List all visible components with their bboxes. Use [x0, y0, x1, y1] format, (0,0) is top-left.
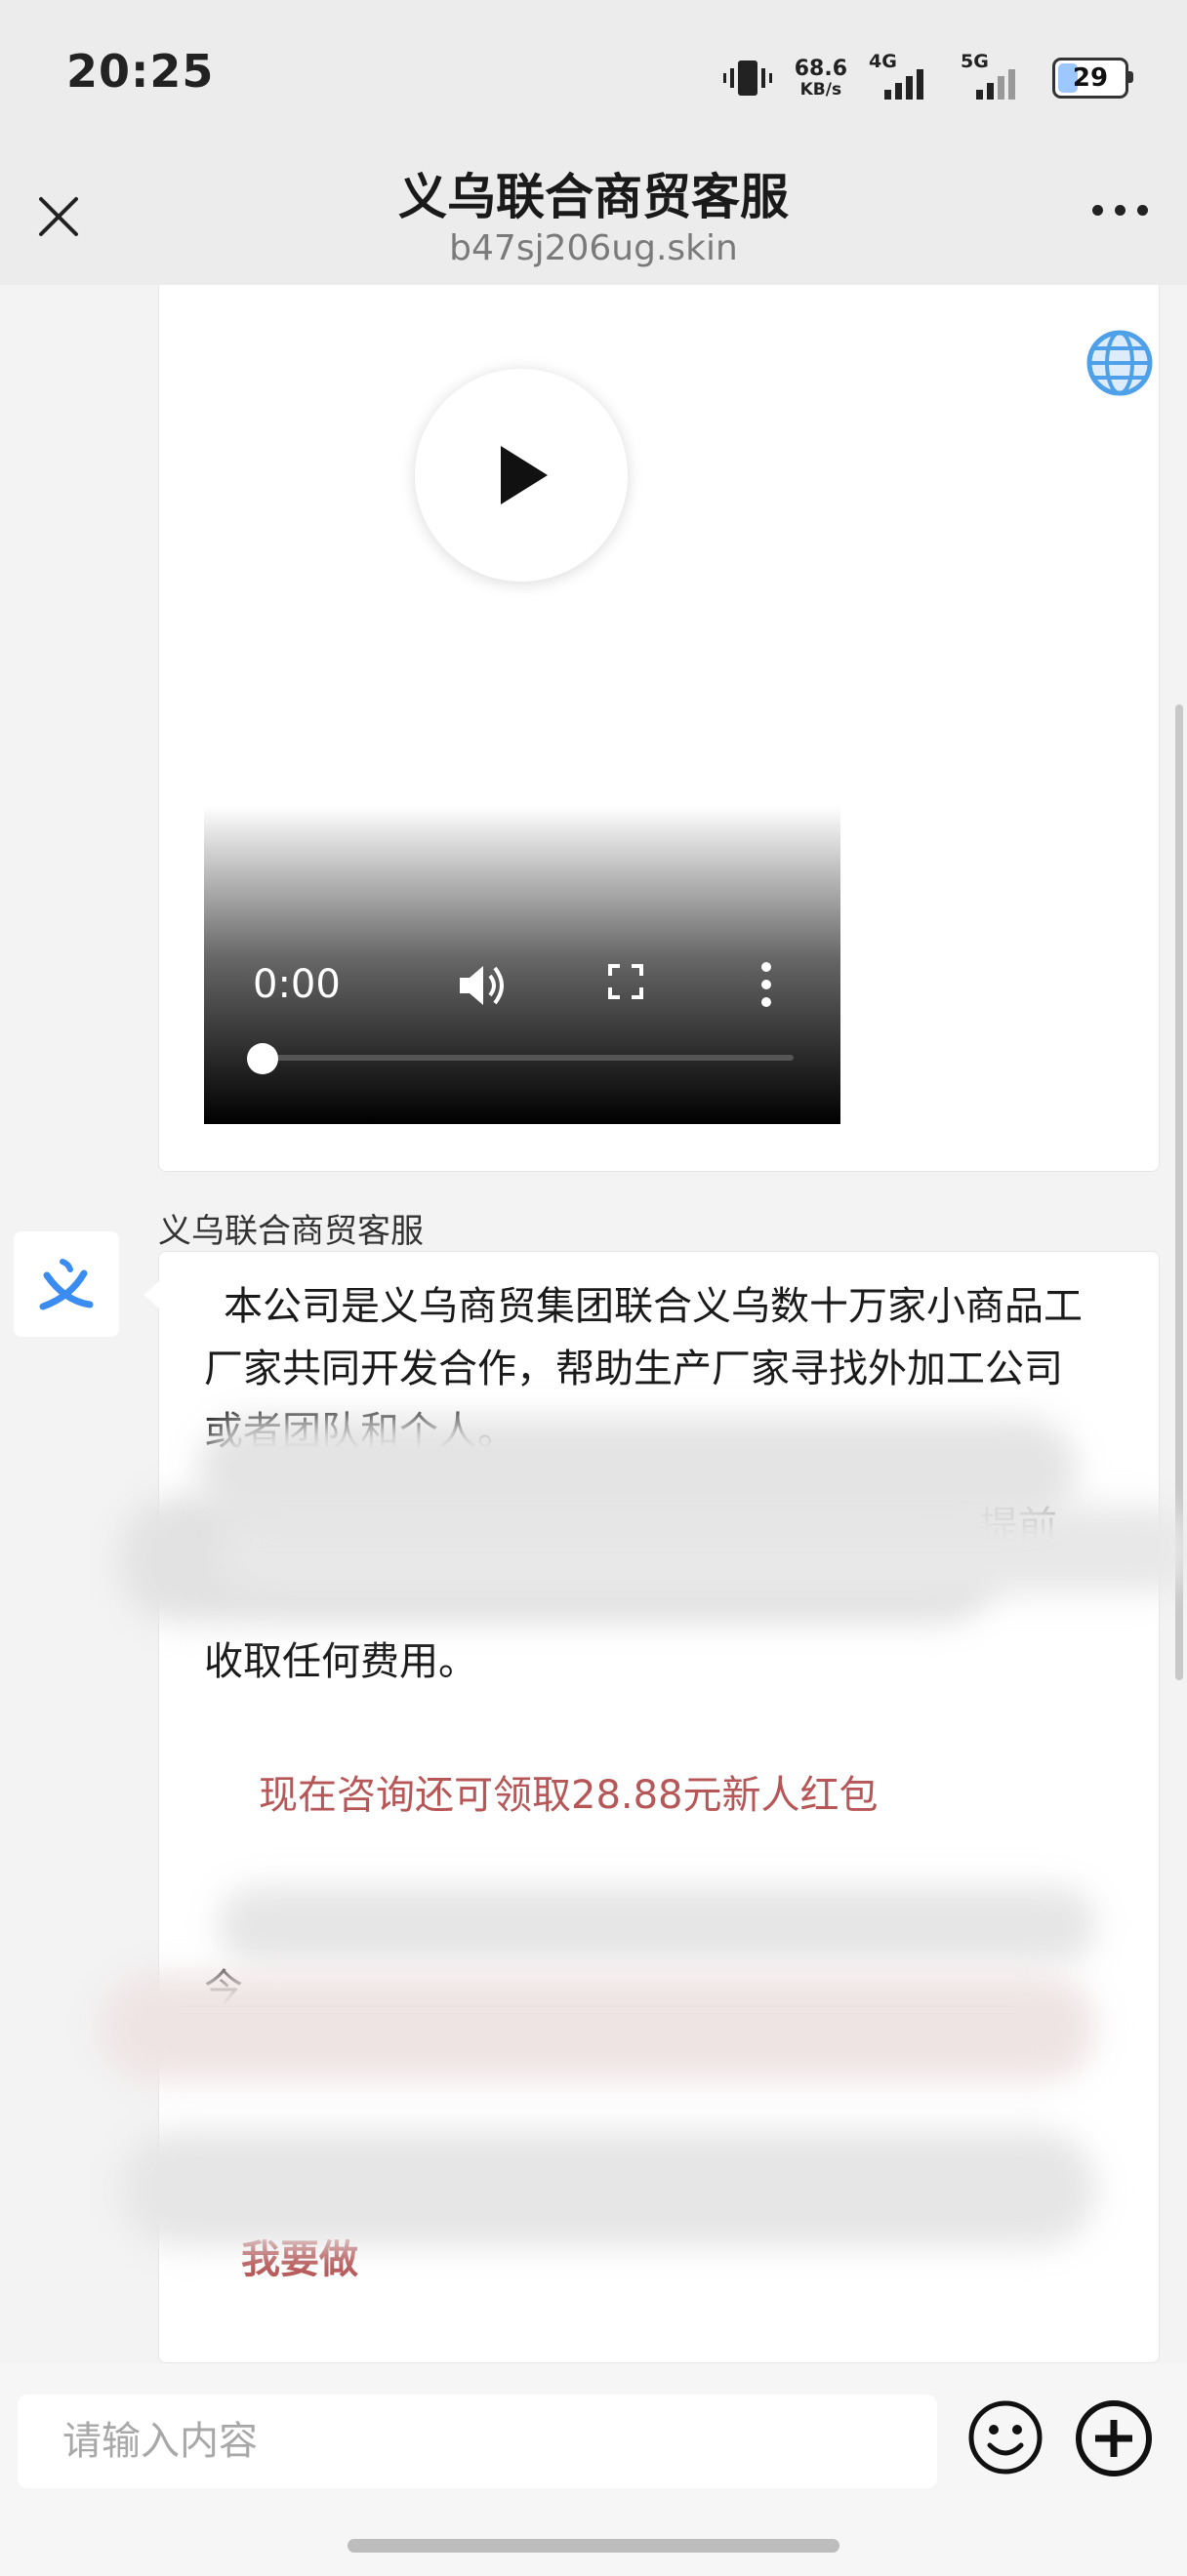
- redaction-blur: [120, 2130, 1096, 2247]
- more-options-icon[interactable]: [1092, 205, 1148, 216]
- video-time: 0:00: [253, 962, 341, 1007]
- vibrate-icon: [722, 60, 772, 96]
- yi-logo-icon: [39, 1259, 94, 1310]
- volume-icon[interactable]: [456, 960, 511, 1011]
- play-button[interactable]: [415, 369, 628, 582]
- input-bar: [0, 2363, 1187, 2576]
- signal-bars-icon: [976, 69, 1015, 100]
- speed-value: 68.6: [794, 56, 847, 81]
- status-icons: 68.6 KB/s 4G 5G 29: [722, 51, 1133, 105]
- title-bar: 义乌联合商贸客服 b47sj206ug.skin: [0, 146, 1187, 285]
- text-message-card: 本公司是义乌商贸集团联合义乌数十万家小商品工厂家共同开发合作，帮助生产厂家寻找外…: [101, 1251, 1187, 2363]
- battery-icon: 29: [1052, 58, 1133, 99]
- message-input[interactable]: [18, 2395, 937, 2488]
- signal-4g: 4G: [869, 51, 939, 100]
- network-speed: 68.6 KB/s: [794, 56, 847, 100]
- promo-text: 现在咨询还可领取28.88元新人红包: [259, 1773, 879, 1818]
- message-paragraph: 收取任何费用。: [204, 1639, 477, 1684]
- fullscreen-icon[interactable]: [604, 960, 647, 1003]
- avatar[interactable]: [14, 1231, 119, 1337]
- video-progress-thumb[interactable]: [247, 1043, 278, 1074]
- redaction-blur: [198, 1418, 1077, 1525]
- play-icon: [501, 446, 548, 504]
- signal-5g: 5G: [961, 51, 1031, 100]
- redaction-blur: [101, 1974, 1096, 2081]
- signal-bars-icon: [884, 69, 923, 100]
- redaction-blur: [218, 1886, 1096, 1964]
- status-time: 20:25: [66, 45, 215, 98]
- video-message-card: 0:00: [158, 285, 1160, 1172]
- video-player[interactable]: 0:00: [204, 806, 840, 1124]
- globe-icon[interactable]: [1085, 328, 1155, 398]
- chat-area[interactable]: 0:00 义乌联合商贸客服 本公司是义乌商贸集团联合义乌数十万家小商品工厂家共同…: [0, 285, 1187, 2363]
- page-title: 义乌联合商贸客服: [398, 169, 789, 225]
- sender-name: 义乌联合商贸客服: [158, 1212, 424, 1251]
- status-bar: 20:25 68.6 KB/s 4G 5G 29: [0, 0, 1187, 146]
- home-indicator[interactable]: [348, 2539, 839, 2553]
- speed-unit: KB/s: [799, 79, 842, 100]
- page-domain: b47sj206ug.skin: [449, 228, 738, 268]
- emoji-icon[interactable]: [966, 2398, 1044, 2476]
- battery-percent: 29: [1072, 63, 1109, 93]
- video-more-icon[interactable]: [758, 960, 774, 1009]
- plus-icon[interactable]: [1074, 2398, 1154, 2478]
- video-progress-track[interactable]: [247, 1043, 794, 1074]
